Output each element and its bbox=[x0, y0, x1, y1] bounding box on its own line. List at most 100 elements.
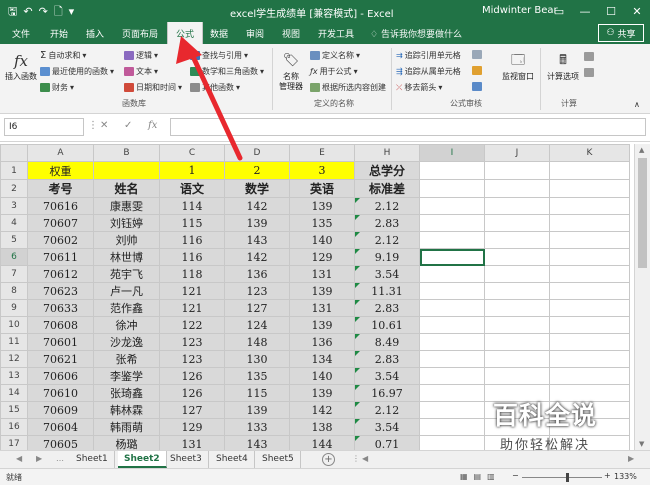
cell-std-dev[interactable]: 3.54 bbox=[354, 367, 420, 385]
cell-math-score[interactable]: 135 bbox=[224, 367, 290, 385]
evaluate-formula-icon[interactable] bbox=[472, 82, 482, 91]
cell-math-score[interactable]: 133 bbox=[224, 418, 290, 436]
cell-student-name[interactable]: 康惠雯 bbox=[93, 197, 160, 215]
datetime-button[interactable]: 日期和时间 ▾ bbox=[124, 82, 182, 93]
cell-student-id[interactable]: 70601 bbox=[27, 333, 94, 351]
cell[interactable] bbox=[549, 299, 630, 317]
tab-splitter-icon[interactable]: ⋮ bbox=[352, 454, 360, 463]
cell-english-score[interactable]: 140 bbox=[289, 367, 355, 385]
cell-english-score[interactable]: 129 bbox=[289, 248, 355, 266]
cell-student-name[interactable]: 沙龙逸 bbox=[93, 333, 160, 351]
cell-student-name[interactable]: 徐冲 bbox=[93, 316, 160, 334]
cell[interactable] bbox=[419, 316, 485, 334]
cell-weight-label[interactable]: 权重 bbox=[27, 161, 94, 180]
cell[interactable] bbox=[419, 350, 485, 368]
cell-english-score[interactable]: 138 bbox=[289, 418, 355, 436]
cell-english-score[interactable]: 139 bbox=[289, 282, 355, 300]
ribbon-display-icon[interactable]: ▭ bbox=[546, 0, 572, 22]
cell[interactable] bbox=[549, 316, 630, 334]
row-header[interactable]: 2 bbox=[0, 179, 28, 198]
cell-std-dev[interactable]: 9.19 bbox=[354, 248, 420, 266]
column-header-selected[interactable]: I bbox=[419, 144, 485, 162]
tab-page-layout[interactable]: 页面布局 bbox=[122, 27, 158, 40]
row-header[interactable]: 9 bbox=[0, 299, 28, 317]
error-checking-icon[interactable] bbox=[472, 66, 482, 75]
cell[interactable] bbox=[549, 367, 630, 385]
column-header[interactable]: B bbox=[93, 144, 160, 162]
header-cell[interactable]: 姓名 bbox=[93, 179, 160, 198]
cell-std-dev[interactable]: 8.49 bbox=[354, 333, 420, 351]
cell-english-score[interactable]: 136 bbox=[289, 333, 355, 351]
save-icon[interactable]: 🖫 bbox=[8, 6, 17, 17]
cell-std-dev[interactable]: 2.83 bbox=[354, 299, 420, 317]
zoom-slider-thumb[interactable] bbox=[566, 473, 569, 482]
cell[interactable] bbox=[549, 197, 630, 215]
formula-input[interactable] bbox=[170, 118, 646, 136]
cell[interactable] bbox=[549, 161, 630, 180]
cell-std-dev[interactable]: 10.61 bbox=[354, 316, 420, 334]
tab-home[interactable]: 开始 bbox=[50, 27, 68, 40]
cell-chinese-score[interactable]: 121 bbox=[159, 282, 225, 300]
cell-student-name[interactable]: 苑宇飞 bbox=[93, 265, 160, 283]
cell-english-score[interactable]: 131 bbox=[289, 265, 355, 283]
calc-sheet-icon[interactable] bbox=[584, 68, 594, 77]
cell[interactable] bbox=[549, 350, 630, 368]
more-functions-button[interactable]: 其他函数 ▾ bbox=[190, 82, 240, 93]
vertical-scrollbar[interactable]: ▲ ▼ bbox=[634, 144, 650, 450]
cell-chinese-score[interactable]: 126 bbox=[159, 367, 225, 385]
cell[interactable] bbox=[419, 265, 485, 283]
calc-now-icon[interactable] bbox=[584, 52, 594, 61]
cell-student-name[interactable]: 卢一凡 bbox=[93, 282, 160, 300]
header-cell[interactable]: 英语 bbox=[289, 179, 355, 198]
row-header[interactable]: 13 bbox=[0, 367, 28, 385]
header-cell[interactable]: 语文 bbox=[159, 179, 225, 198]
cell[interactable] bbox=[419, 179, 485, 198]
cell[interactable] bbox=[419, 333, 485, 351]
cell-chinese-score[interactable]: 126 bbox=[159, 384, 225, 402]
cell-std-dev[interactable]: 2.12 bbox=[354, 401, 420, 419]
cell-chinese-score[interactable]: 122 bbox=[159, 316, 225, 334]
cell[interactable] bbox=[419, 282, 485, 300]
cell-student-name[interactable]: 刘钰婷 bbox=[93, 214, 160, 232]
cell-math-score[interactable]: 136 bbox=[224, 265, 290, 283]
cell[interactable] bbox=[549, 282, 630, 300]
watch-window-button[interactable]: 🗔 监视窗口 bbox=[500, 50, 536, 82]
enter-icon[interactable]: ✓ bbox=[124, 120, 132, 131]
row-header[interactable]: 10 bbox=[0, 316, 28, 334]
cell-student-id[interactable]: 70602 bbox=[27, 231, 94, 249]
cell-student-name[interactable]: 李鉴学 bbox=[93, 367, 160, 385]
cell-chinese-score[interactable]: 127 bbox=[159, 401, 225, 419]
cell-std-dev[interactable]: 2.83 bbox=[354, 214, 420, 232]
row-header[interactable]: 6 bbox=[0, 248, 28, 266]
close-icon[interactable]: ✕ bbox=[624, 0, 650, 22]
cell-math-score[interactable]: 142 bbox=[224, 248, 290, 266]
cell-std-dev[interactable]: 2.83 bbox=[354, 350, 420, 368]
zoom-in-icon[interactable]: + bbox=[604, 471, 611, 480]
scroll-down-icon[interactable]: ▼ bbox=[639, 440, 644, 448]
cell[interactable] bbox=[484, 282, 550, 300]
cell[interactable] bbox=[484, 367, 550, 385]
cell-student-name[interactable]: 林世博 bbox=[93, 248, 160, 266]
row-header[interactable]: 15 bbox=[0, 401, 28, 419]
column-header[interactable]: E bbox=[289, 144, 355, 162]
cell[interactable] bbox=[549, 333, 630, 351]
tab-insert[interactable]: 插入 bbox=[86, 27, 104, 40]
cell-english-score[interactable]: 144 bbox=[289, 435, 355, 450]
text-functions-button[interactable]: 文本 ▾ bbox=[124, 66, 158, 77]
more-sheets-icon[interactable]: … bbox=[56, 454, 64, 463]
column-header[interactable]: A bbox=[27, 144, 94, 162]
row-header[interactable]: 14 bbox=[0, 384, 28, 402]
cell-math-score[interactable]: 139 bbox=[224, 214, 290, 232]
cell-english-score[interactable]: 139 bbox=[289, 316, 355, 334]
cell[interactable] bbox=[549, 231, 630, 249]
share-button[interactable]: ⚇ 共享 bbox=[598, 24, 644, 42]
tab-file[interactable]: 文件 bbox=[12, 27, 30, 40]
cell[interactable] bbox=[484, 214, 550, 232]
cell-english-score[interactable]: 139 bbox=[289, 197, 355, 215]
cell-std-dev[interactable]: 3.54 bbox=[354, 265, 420, 283]
cell-student-name[interactable]: 范作鑫 bbox=[93, 299, 160, 317]
row-header[interactable]: 7 bbox=[0, 265, 28, 283]
maximize-icon[interactable]: ☐ bbox=[598, 0, 624, 22]
cell[interactable] bbox=[419, 367, 485, 385]
cell-english-score[interactable]: 139 bbox=[289, 384, 355, 402]
